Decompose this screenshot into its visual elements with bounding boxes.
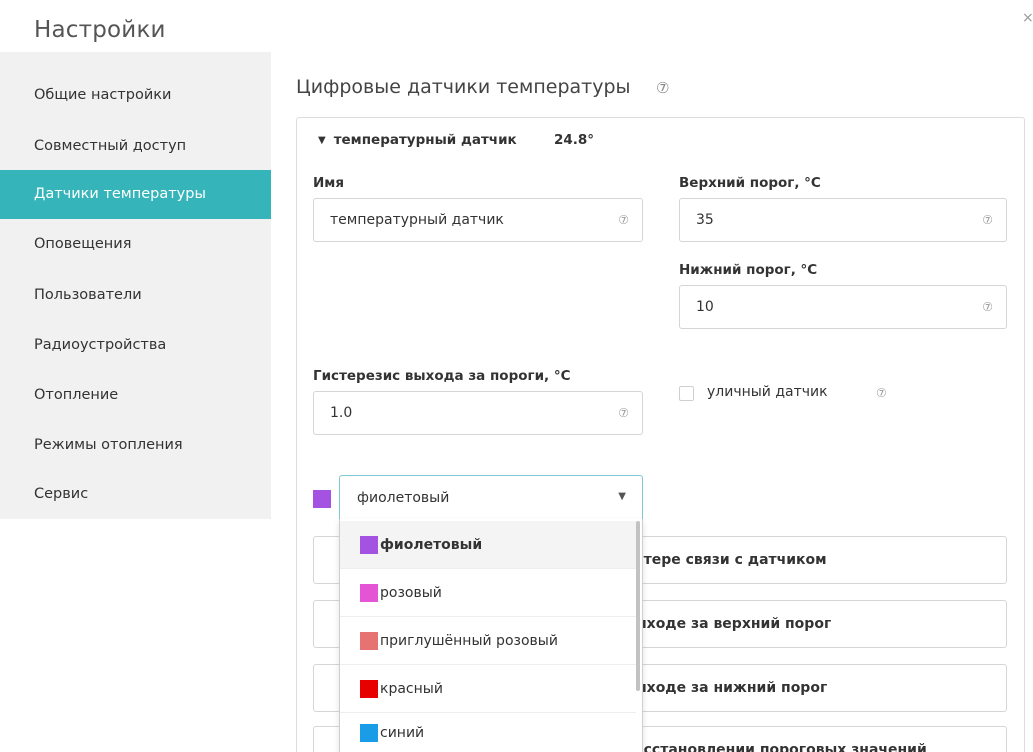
notification-row-text: ыходе за верхний порог bbox=[634, 616, 832, 632]
upper-threshold-value: 35 bbox=[696, 212, 714, 228]
color-option-swatch bbox=[360, 584, 378, 602]
color-select-value: фиолетовый bbox=[357, 490, 450, 506]
sensor-header[interactable]: ▼ температурный датчик bbox=[318, 132, 517, 148]
outdoor-help-icon[interactable]: ⑦ bbox=[876, 386, 887, 400]
color-option-muted-pink[interactable]: приглушённый розовый bbox=[340, 617, 636, 665]
color-option-label: фиолетовый bbox=[380, 537, 483, 553]
notification-row-text: ыходе за нижний порог bbox=[634, 680, 828, 696]
color-option-swatch bbox=[360, 680, 378, 698]
notification-row-text: отере связи с датчиком bbox=[634, 552, 827, 568]
help-icon[interactable]: ⑦ bbox=[656, 79, 669, 97]
sensor-header-name: температурный датчик bbox=[333, 132, 517, 148]
color-option-swatch bbox=[360, 632, 378, 650]
lower-threshold-label: Нижний порог, °C bbox=[679, 262, 818, 278]
name-help-icon[interactable]: ⑦ bbox=[618, 213, 629, 227]
lower-threshold-value: 10 bbox=[696, 299, 714, 315]
modal-title: Настройки bbox=[34, 17, 166, 43]
color-option-swatch bbox=[360, 536, 378, 554]
section-title: Цифровые датчики температуры bbox=[296, 76, 631, 98]
hysteresis-input[interactable]: 1.0 ⑦ bbox=[313, 391, 643, 435]
color-option-swatch bbox=[360, 724, 378, 742]
hysteresis-help-icon[interactable]: ⑦ bbox=[618, 406, 629, 420]
outdoor-sensor-label[interactable]: уличный датчик bbox=[707, 384, 828, 400]
color-swatch bbox=[313, 490, 331, 508]
upper-threshold-input[interactable]: 35 ⑦ bbox=[679, 198, 1007, 242]
sidebar-item-radio-devices[interactable]: Радиоустройства bbox=[0, 321, 271, 370]
color-dropdown-list[interactable]: фиолетовый розовый приглушённый розовый … bbox=[339, 519, 643, 752]
color-option-violet[interactable]: фиолетовый bbox=[340, 521, 636, 569]
color-option-label: синий bbox=[380, 725, 425, 741]
notification-row-text: осстановлении пороговых значений bbox=[634, 742, 927, 752]
sidebar-item-users[interactable]: Пользователи bbox=[0, 271, 271, 320]
upper-help-icon[interactable]: ⑦ bbox=[982, 213, 993, 227]
sidebar-item-general[interactable]: Общие настройки bbox=[0, 71, 271, 120]
name-input[interactable]: температурный датчик ⑦ bbox=[313, 198, 643, 242]
sidebar-item-heating[interactable]: Отопление bbox=[0, 371, 271, 420]
sidebar-item-heating-modes[interactable]: Режимы отопления bbox=[0, 421, 271, 470]
close-icon[interactable]: × bbox=[1022, 10, 1033, 26]
dropdown-scrollbar[interactable] bbox=[636, 521, 640, 691]
color-option-label: приглушённый розовый bbox=[380, 633, 558, 649]
name-input-value: температурный датчик bbox=[330, 212, 504, 228]
sidebar-item-sharing[interactable]: Совместный доступ bbox=[0, 122, 271, 171]
name-label: Имя bbox=[313, 175, 345, 191]
lower-help-icon[interactable]: ⑦ bbox=[982, 300, 993, 314]
lower-threshold-input[interactable]: 10 ⑦ bbox=[679, 285, 1007, 329]
upper-threshold-label: Верхний порог, °C bbox=[679, 175, 821, 191]
color-select[interactable]: фиолетовый ▼ bbox=[339, 475, 643, 520]
sidebar-item-temperature-sensors[interactable]: Датчики температуры bbox=[0, 170, 271, 219]
color-option-label: красный bbox=[380, 681, 443, 697]
sensor-temperature: 24.8° bbox=[554, 132, 595, 148]
color-option-label: розовый bbox=[380, 585, 442, 601]
hysteresis-value: 1.0 bbox=[330, 405, 353, 421]
sidebar: Общие настройки Совместный доступ Датчик… bbox=[0, 52, 271, 519]
color-option-blue[interactable]: синий bbox=[340, 713, 636, 752]
expand-caret-icon[interactable]: ▼ bbox=[318, 135, 326, 146]
color-option-red[interactable]: красный bbox=[340, 665, 636, 713]
sidebar-item-notifications[interactable]: Оповещения bbox=[0, 220, 271, 269]
hysteresis-label: Гистерезис выхода за пороги, °C bbox=[313, 368, 571, 384]
color-option-pink[interactable]: розовый bbox=[340, 569, 636, 617]
outdoor-sensor-checkbox[interactable] bbox=[679, 386, 694, 401]
sidebar-item-service[interactable]: Сервис bbox=[0, 470, 271, 519]
chevron-down-icon[interactable]: ▼ bbox=[618, 491, 626, 502]
